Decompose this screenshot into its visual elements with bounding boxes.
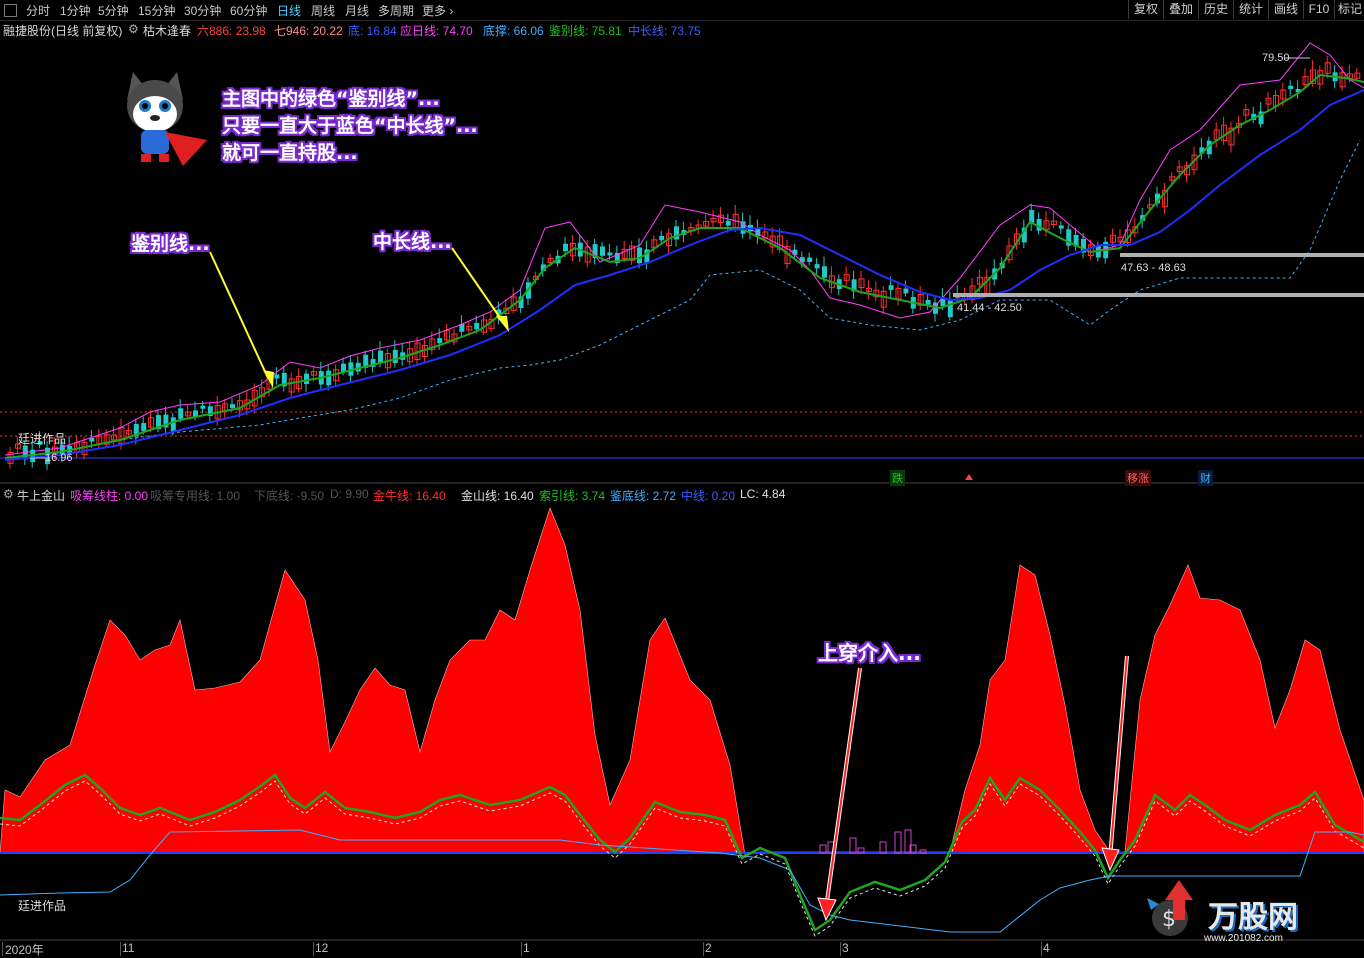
candle [141,423,147,432]
annotation-line: 只要一直大于蓝色“中长线”... [222,115,478,137]
range-marker [953,293,1364,297]
candle [674,226,679,240]
watermark-bottom: 廷进作品 [18,899,67,913]
range-label: 41.44 - 42.50 [957,302,1022,314]
logo-url: www.201082.com [1204,933,1283,944]
candle [903,288,909,294]
candle [304,373,309,385]
indicator-value: 金牛线: 16.40 [373,489,446,503]
x-axis-label: 1 [523,941,530,955]
gear-icon[interactable]: ⚙ [3,487,14,501]
candle [659,236,665,241]
low-price-label: 16.96 [45,452,73,464]
candle [200,405,206,409]
annotation-line: 就可一直持股... [222,142,358,164]
candle [1058,225,1064,229]
candle [888,285,894,290]
candle [925,299,931,305]
candle [725,220,731,226]
range-label: 47.63 - 48.63 [1121,262,1186,274]
candle [326,370,332,386]
range-marker [1120,253,1364,257]
jianbie-annotation: 鉴别线... [131,233,210,255]
high-price-label: 79.50 [1262,52,1290,64]
x-axis-label: 11 [122,941,135,955]
watermark-top: 廷进作品 [18,432,67,446]
zhongchang-line [4,89,1364,461]
x-axis-label: 12 [315,941,329,955]
candle [600,246,605,256]
indicator-value: 鉴底线: 2.72 [610,489,677,503]
xichou-bar [849,837,857,854]
indicator-name[interactable]: 牛上金山 [17,487,65,504]
candle [637,247,642,264]
indicator-value: 索引线: 3.74 [539,489,606,503]
candle [807,257,813,262]
candle [792,249,798,255]
candle [799,257,805,263]
signal-tag: 移涨 [1125,470,1151,486]
mascot-icon [127,72,207,166]
candle [178,408,184,419]
candle [607,252,613,256]
zhongchang-annotation: 中长线... [373,231,452,253]
up-triangle-icon [965,474,973,480]
indicator-value: 中线: 0.20 [681,489,736,503]
candle [814,264,820,269]
indicator-value: LC: 4.84 [740,487,786,501]
indicator-value: 金山线: 16.40 [461,489,534,503]
candle [474,322,480,330]
candle [170,417,176,433]
logo-icon: $ [1147,880,1193,936]
annotation-line: 主图中的绿色“鉴别线”... [222,88,440,110]
xichou-bar [894,831,902,854]
indicator-value: 下底线: -9.50 [254,489,325,503]
chart-canvas: $ [0,42,1364,941]
indicator-value: 吸筹专用线: 1.00 [150,489,241,503]
signal-tag: 跌 [890,470,905,486]
candle [89,437,95,442]
xichou-bar [919,849,927,854]
indicator-value: 吸筹线柱: 0.00 [70,489,149,503]
x-axis-label: 2020年 [5,943,44,957]
candle [437,338,443,344]
x-axis-label: 2 [705,941,712,955]
main-annotation: 主图中的绿色“鉴别线”... 只要一直大于蓝色“中长线”... 就可一直持股..… [222,86,478,167]
jinniu-area [0,507,1364,856]
candle [378,350,383,363]
candle [1288,85,1294,90]
candle [822,266,827,278]
indicator-value: D: 9.90 [330,487,369,501]
cross-annotation: 上穿介入... [818,641,921,665]
candle [563,243,568,252]
logo-text: 万股网 [1208,900,1298,935]
candle [230,404,235,409]
x-axis-label: 4 [1043,941,1050,955]
xichou-bar [879,841,887,854]
candle [392,349,398,364]
x-axis-label: 3 [842,941,849,955]
candle [274,374,280,379]
signal-tag: 财 [1198,470,1213,486]
